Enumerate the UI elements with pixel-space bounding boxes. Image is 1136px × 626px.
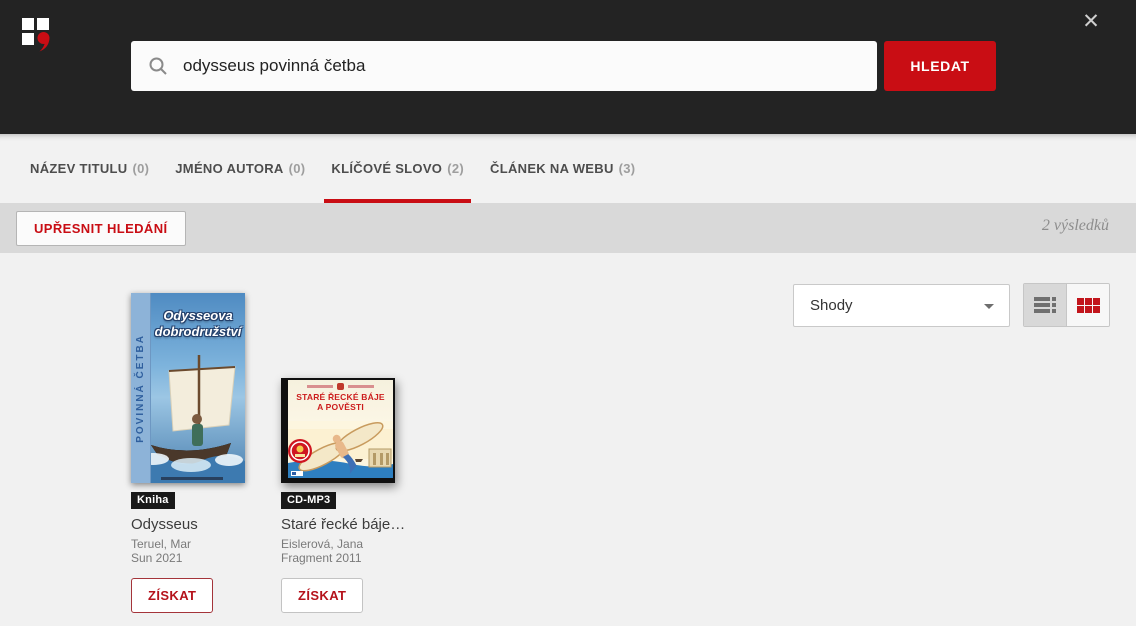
search-area: HLEDAT <box>131 41 996 91</box>
tab-label: ČLÁNEK NA WEBU <box>490 161 614 176</box>
chevron-down-icon <box>984 304 994 309</box>
tab-clanek-na-webu[interactable]: ČLÁNEK NA WEBU (3) <box>477 134 648 203</box>
filter-band: UPŘESNIT HLEDÁNÍ 2 výsledků <box>0 203 1136 253</box>
sort-selected-value: Shody <box>810 297 853 314</box>
result-title[interactable]: Staré řecké báje… <box>281 516 395 533</box>
tab-jmeno-autora[interactable]: JMÉNO AUTORA (0) <box>162 134 318 203</box>
tab-klicove-slovo[interactable]: KLÍČOVÉ SLOVO (2) <box>318 134 477 203</box>
book-cover-odysseus[interactable]: POVINNÁ ČETBA Odysseova dobrodružství <box>131 293 245 483</box>
result-publisher: Fragment 2011 <box>281 551 395 565</box>
result-author: Eislerová, Jana <box>281 537 395 551</box>
tab-label: JMÉNO AUTORA <box>175 161 283 176</box>
tab-label: KLÍČOVÉ SLOVO <box>331 161 442 176</box>
grid-view-button[interactable] <box>1067 284 1109 326</box>
tab-count: (3) <box>619 161 636 176</box>
result-card-stare-recke-baje: STARÉ ŘECKÉ BÁJE A POVĚSTI <box>281 253 395 613</box>
sort-dropdown[interactable]: Shody <box>793 284 1010 327</box>
header: HLEDAT ✕ <box>0 0 1136 134</box>
tab-count: (0) <box>132 161 149 176</box>
logo-comma-icon <box>37 32 52 53</box>
publisher-mini-logo-icon <box>337 383 344 390</box>
get-button[interactable]: ZÍSKAT <box>131 578 213 613</box>
cover-side-band: POVINNÁ ČETBA <box>131 293 151 483</box>
close-icon[interactable]: ✕ <box>1078 9 1104 35</box>
brand-logo-icon[interactable] <box>22 16 52 54</box>
cover-title: STARÉ ŘECKÉ BÁJE A POVĚSTI <box>288 393 393 413</box>
get-button[interactable]: ZÍSKAT <box>281 578 363 613</box>
list-view-button[interactable] <box>1024 284 1067 326</box>
tab-label: NÁZEV TITULU <box>30 161 127 176</box>
cd-cover-art <box>281 421 395 483</box>
result-publisher: Sun 2021 <box>131 551 245 565</box>
results-tabbar: NÁZEV TITULU (0) JMÉNO AUTORA (0) KLÍČOV… <box>0 134 1136 203</box>
result-author: Teruel, Mar <box>131 537 245 551</box>
format-badge: Kniha <box>131 492 175 509</box>
result-card-odysseus: POVINNÁ ČETBA Odysseova dobrodružství Kn… <box>131 253 245 613</box>
grid-view-icon <box>1077 298 1100 313</box>
search-submit-button[interactable]: HLEDAT <box>884 41 996 91</box>
results-grid: POVINNÁ ČETBA Odysseova dobrodružství Kn… <box>131 253 395 613</box>
cover-side-text: POVINNÁ ČETBA <box>135 334 146 443</box>
refine-search-button[interactable]: UPŘESNIT HLEDÁNÍ <box>16 211 186 246</box>
tab-nazev-titulu[interactable]: NÁZEV TITULU (0) <box>17 134 162 203</box>
view-toggle <box>1023 283 1110 327</box>
tabs: NÁZEV TITULU (0) JMÉNO AUTORA (0) KLÍČOV… <box>0 134 1136 203</box>
result-title[interactable]: Odysseus <box>131 516 245 533</box>
search-input[interactable] <box>183 56 843 76</box>
cd-cover-stare-recke-baje[interactable]: STARÉ ŘECKÉ BÁJE A POVĚSTI <box>281 378 395 483</box>
cover-title: Odysseova dobrodružství <box>153 308 243 339</box>
format-badge: CD-MP3 <box>281 492 336 509</box>
tab-count: (0) <box>289 161 306 176</box>
tab-count: (2) <box>447 161 464 176</box>
search-icon <box>148 56 168 76</box>
results-count: 2 výsledků <box>1042 217 1109 235</box>
list-view-icon <box>1034 295 1056 315</box>
search-box[interactable] <box>131 41 877 91</box>
